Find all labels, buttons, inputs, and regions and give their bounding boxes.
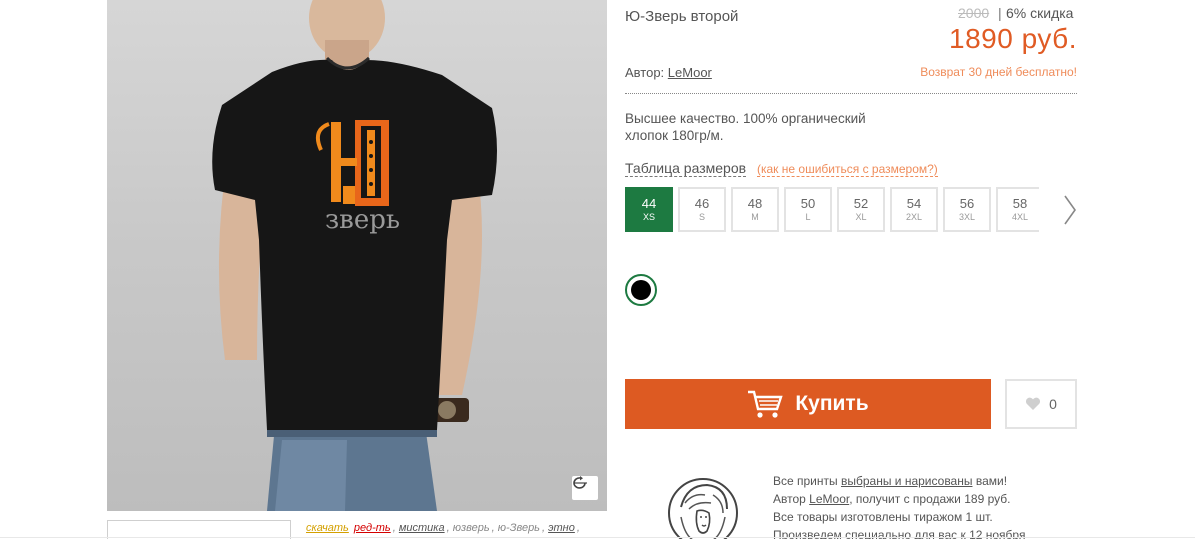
tag-link[interactable]: этно — [548, 522, 575, 534]
order-info: Все принты выбраны и нарисованы вами! Ав… — [773, 472, 1025, 539]
size-label: 4XL — [1011, 212, 1028, 222]
size-number: 58 — [1012, 196, 1028, 211]
size-label: L — [805, 212, 811, 222]
size-help-link[interactable]: (как не ошибиться с размером?) — [757, 162, 938, 177]
size-selector: 44 XS 46 S 48 M 50 L 52 XL 54 2XL 56 3XL 58 4XL — [625, 187, 1039, 232]
size-number: 48 — [747, 196, 763, 211]
size-number: 46 — [694, 196, 710, 211]
like-count: 0 — [1049, 396, 1057, 412]
size-label: 2XL — [905, 212, 922, 222]
size-option-48[interactable]: 48 M — [731, 187, 779, 232]
author-prefix: Автор: — [625, 65, 665, 80]
divider — [625, 93, 1077, 94]
author-avatar[interactable] — [667, 477, 739, 539]
info-text: вами! — [975, 474, 1008, 488]
tag-separator: , — [491, 522, 495, 534]
like-button[interactable]: 0 — [1005, 379, 1077, 429]
size-table-link[interactable]: Таблица размеров — [625, 160, 747, 177]
rotate-icon — [573, 476, 587, 489]
product-photo[interactable]: зверь — [107, 0, 607, 511]
tag-link[interactable]: ю-Зверь — [498, 522, 540, 534]
info-line-2: Автор LeMoor, получит с продажи 189 руб. — [773, 490, 1025, 508]
tag-separator: , — [576, 522, 580, 534]
info-line-3: Все товары изготовлены тиражом 1 шт. — [773, 510, 993, 524]
info-author-link[interactable]: LeMoor — [809, 492, 849, 506]
rotate-view-button[interactable] — [572, 476, 598, 500]
size-number: 54 — [906, 196, 922, 211]
tag-separator: , — [446, 522, 450, 534]
current-price: 1890 руб. — [949, 23, 1077, 54]
price-separator: | — [998, 5, 1002, 21]
tag-separator: , — [541, 522, 546, 534]
buy-button[interactable]: Купить — [625, 379, 991, 429]
size-label: 3XL — [958, 212, 975, 222]
prints-link[interactable]: выбраны и нарисованы — [841, 474, 973, 488]
tag-download-link[interactable]: скачать — [306, 522, 349, 534]
model-illustration: зверь — [212, 0, 497, 511]
size-label: M — [751, 212, 759, 222]
tag-link[interactable]: мистика — [399, 522, 445, 534]
size-option-44[interactable]: 44 XS — [625, 187, 673, 232]
tag-separator: , — [392, 522, 396, 534]
old-price: 2000 — [958, 5, 990, 21]
color-dot — [631, 280, 651, 300]
size-option-50[interactable]: 50 L — [784, 187, 832, 232]
tag-list: скачать ред-ть, мистика, юзверь, ю-Зверь… — [306, 522, 580, 534]
info-text: , получит с продажи 189 руб. — [849, 492, 1011, 506]
tag-edit-link[interactable]: ред-ть — [354, 522, 391, 534]
size-option-56[interactable]: 56 3XL — [943, 187, 991, 232]
size-number: 52 — [853, 196, 869, 211]
product-title: Ю-Зверь второй — [625, 8, 739, 25]
discount-badge: 6% скидка — [1006, 5, 1074, 21]
bottom-divider — [0, 537, 1195, 538]
sizes-next-button[interactable] — [1060, 190, 1080, 230]
size-label: S — [698, 212, 705, 222]
info-text: Все принты — [773, 474, 838, 488]
author-link[interactable]: LeMoor — [668, 65, 712, 80]
size-option-54[interactable]: 54 2XL — [890, 187, 938, 232]
tag-link[interactable]: юзверь — [453, 522, 490, 534]
info-text: Автор — [773, 492, 806, 506]
author-line: Автор: LeMoor — [625, 65, 712, 80]
size-number: 44 — [641, 196, 657, 211]
size-number: 50 — [800, 196, 816, 211]
size-label: XS — [642, 212, 655, 222]
info-line-1: Все принты выбраны и нарисованы вами! — [773, 472, 1025, 490]
heart-icon — [1026, 397, 1041, 410]
size-option-52[interactable]: 52 XL — [837, 187, 885, 232]
print-text: зверь — [325, 205, 400, 235]
size-option-58[interactable]: 58 4XL — [996, 187, 1039, 232]
size-label: XL — [855, 212, 867, 222]
buy-button-label: Купить — [795, 392, 869, 415]
return-policy: Возврат 30 дней бесплатно! — [920, 65, 1077, 79]
size-number: 56 — [959, 196, 975, 211]
chevron-right-icon — [1064, 195, 1076, 225]
cart-icon — [748, 390, 784, 418]
color-swatch-black[interactable] — [625, 274, 657, 306]
size-option-46[interactable]: 46 S — [678, 187, 726, 232]
product-description: Высшее качество. 100% органический хлопо… — [625, 111, 866, 143]
product-page: зверь скачать ред-ть, мистика, юзверь, ю… — [0, 0, 1195, 539]
